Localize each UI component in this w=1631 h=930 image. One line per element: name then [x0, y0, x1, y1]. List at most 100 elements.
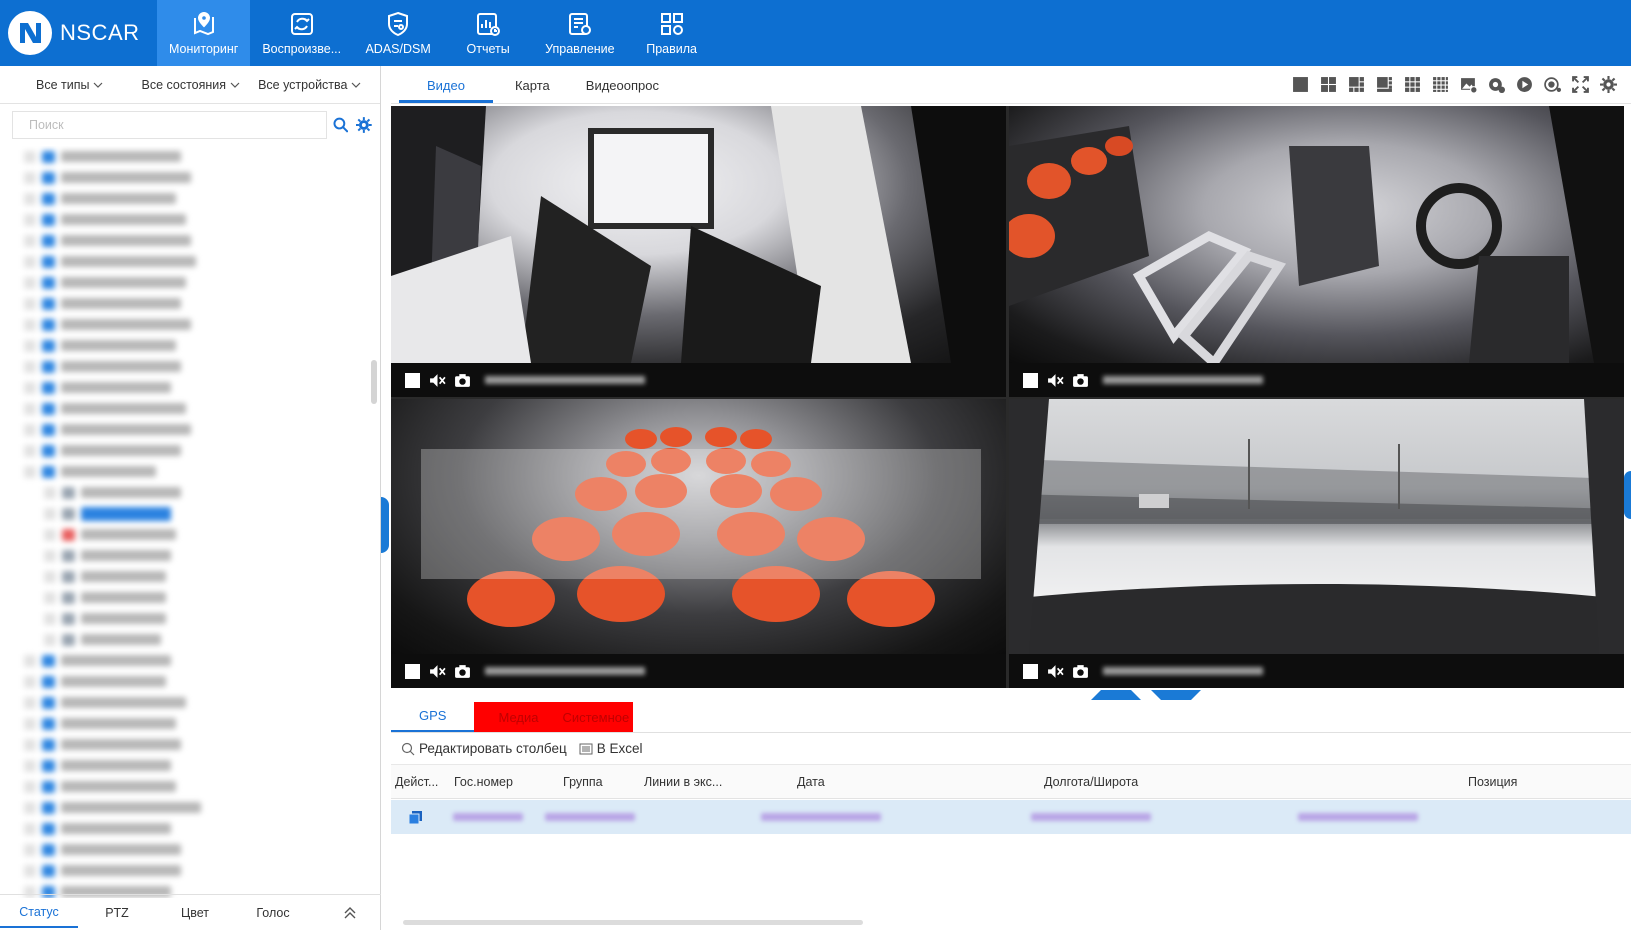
col-action[interactable]: Дейст...: [395, 775, 438, 789]
tree-checkbox[interactable]: [24, 738, 36, 751]
tree-checkbox[interactable]: [24, 276, 36, 289]
tree-checkbox[interactable]: [24, 255, 36, 268]
layout-1-icon[interactable]: [1292, 76, 1309, 93]
tree-checkbox[interactable]: [24, 402, 36, 415]
tab-voice[interactable]: Голос: [234, 899, 312, 927]
tree-checkbox[interactable]: [24, 213, 36, 226]
snapshot-icon[interactable]: [1072, 663, 1089, 680]
tree-item[interactable]: [0, 461, 378, 482]
stop-button[interactable]: [1023, 663, 1038, 679]
tree-item[interactable]: [0, 629, 378, 650]
col-position[interactable]: Позиция: [1468, 775, 1517, 789]
copy-icon[interactable]: [408, 810, 423, 825]
tree-item[interactable]: [0, 356, 378, 377]
layout-8-icon[interactable]: [1376, 76, 1393, 93]
tree-item[interactable]: [0, 335, 378, 356]
tree-checkbox[interactable]: [44, 633, 56, 646]
mute-icon[interactable]: [429, 663, 446, 680]
video-channel-4[interactable]: [1009, 399, 1624, 688]
mute-icon[interactable]: [429, 372, 446, 389]
tab-gps[interactable]: GPS: [391, 708, 475, 732]
gear-icon[interactable]: [356, 117, 373, 133]
tree-item[interactable]: [0, 167, 378, 188]
tree-item[interactable]: [0, 692, 378, 713]
tree-item[interactable]: [0, 398, 378, 419]
tree-scrollbar[interactable]: [371, 360, 377, 404]
tree-checkbox[interactable]: [24, 696, 36, 709]
tree-checkbox[interactable]: [44, 528, 56, 541]
snapshot-icon[interactable]: [1072, 372, 1089, 389]
play-icon[interactable]: [1516, 76, 1533, 93]
tree-item[interactable]: [0, 755, 378, 776]
tree-item[interactable]: [0, 293, 378, 314]
tree-item[interactable]: [0, 188, 378, 209]
stop-button[interactable]: [1023, 372, 1038, 388]
filter-states[interactable]: Все состояния: [141, 78, 240, 92]
col-group[interactable]: Группа: [563, 775, 603, 789]
tree-item[interactable]: [0, 818, 378, 839]
tab-map[interactable]: Карта: [493, 78, 568, 103]
tree-item[interactable]: [0, 650, 378, 671]
table-horizontal-scrollbar[interactable]: [403, 920, 863, 925]
nav-playback[interactable]: Воспроизве...: [250, 0, 353, 66]
tree-checkbox[interactable]: [44, 570, 56, 583]
image-settings-icon[interactable]: [1460, 76, 1477, 93]
nav-rules[interactable]: Правила: [627, 0, 717, 66]
tree-checkbox[interactable]: [24, 654, 36, 667]
tree-item[interactable]: [0, 839, 378, 860]
tree-checkbox[interactable]: [24, 339, 36, 352]
tab-media[interactable]: Медиа: [474, 702, 553, 732]
stop-button[interactable]: [405, 372, 420, 388]
tree-checkbox[interactable]: [44, 591, 56, 604]
layout-9-icon[interactable]: [1404, 76, 1421, 93]
gear-icon[interactable]: [1600, 76, 1617, 93]
tree-item[interactable]: [0, 734, 378, 755]
fullscreen-icon[interactable]: [1572, 76, 1589, 93]
layout-4-icon[interactable]: [1320, 76, 1337, 93]
mute-icon[interactable]: [1047, 372, 1064, 389]
snapshot-icon[interactable]: [454, 663, 471, 680]
video-channel-2[interactable]: [1009, 106, 1624, 397]
tree-item[interactable]: [0, 797, 378, 818]
layout-16-icon[interactable]: [1432, 76, 1449, 93]
nav-reports[interactable]: Отчеты: [443, 0, 533, 66]
tree-checkbox[interactable]: [24, 759, 36, 772]
tree-item[interactable]: [0, 608, 378, 629]
record-icon[interactable]: [1544, 76, 1561, 93]
tree-item[interactable]: [0, 419, 378, 440]
tree-item[interactable]: [0, 860, 378, 881]
tree-checkbox[interactable]: [44, 486, 56, 499]
tree-checkbox[interactable]: [24, 822, 36, 835]
tree-checkbox[interactable]: [24, 444, 36, 457]
stop-button[interactable]: [405, 663, 420, 679]
tree-item[interactable]: [0, 230, 378, 251]
col-lines[interactable]: Линии в экс...: [644, 775, 722, 789]
tab-status[interactable]: Статус: [0, 898, 78, 928]
tree-checkbox[interactable]: [24, 465, 36, 478]
tab-video-poll[interactable]: Видеоопрос: [568, 78, 677, 103]
tree-checkbox[interactable]: [24, 150, 36, 163]
tree-item[interactable]: [0, 776, 378, 797]
tab-ptz[interactable]: PTZ: [78, 899, 156, 927]
table-row[interactable]: [391, 800, 1631, 834]
tree-item[interactable]: [0, 482, 378, 503]
tree-checkbox[interactable]: [44, 507, 56, 520]
tree-item[interactable]: [0, 314, 378, 335]
col-plate[interactable]: Гос.номер: [454, 775, 513, 789]
right-collapse-handle[interactable]: [1624, 471, 1631, 519]
filter-devices[interactable]: Все устройства: [258, 78, 361, 92]
tree-item[interactable]: [0, 587, 378, 608]
tree-item[interactable]: [0, 545, 378, 566]
tree-item[interactable]: [0, 566, 378, 587]
edit-columns-button[interactable]: Редактировать столбец: [419, 741, 567, 756]
tree-item[interactable]: [0, 272, 378, 293]
filter-types[interactable]: Все типы: [36, 78, 103, 92]
tree-item[interactable]: [0, 377, 378, 398]
tree-checkbox[interactable]: [24, 423, 36, 436]
tree-checkbox[interactable]: [24, 717, 36, 730]
search-input[interactable]: [12, 111, 327, 139]
video-channel-1[interactable]: [391, 106, 1006, 397]
tree-item[interactable]: [0, 503, 378, 524]
camera-settings-icon[interactable]: [1488, 76, 1505, 93]
tree-checkbox[interactable]: [24, 801, 36, 814]
